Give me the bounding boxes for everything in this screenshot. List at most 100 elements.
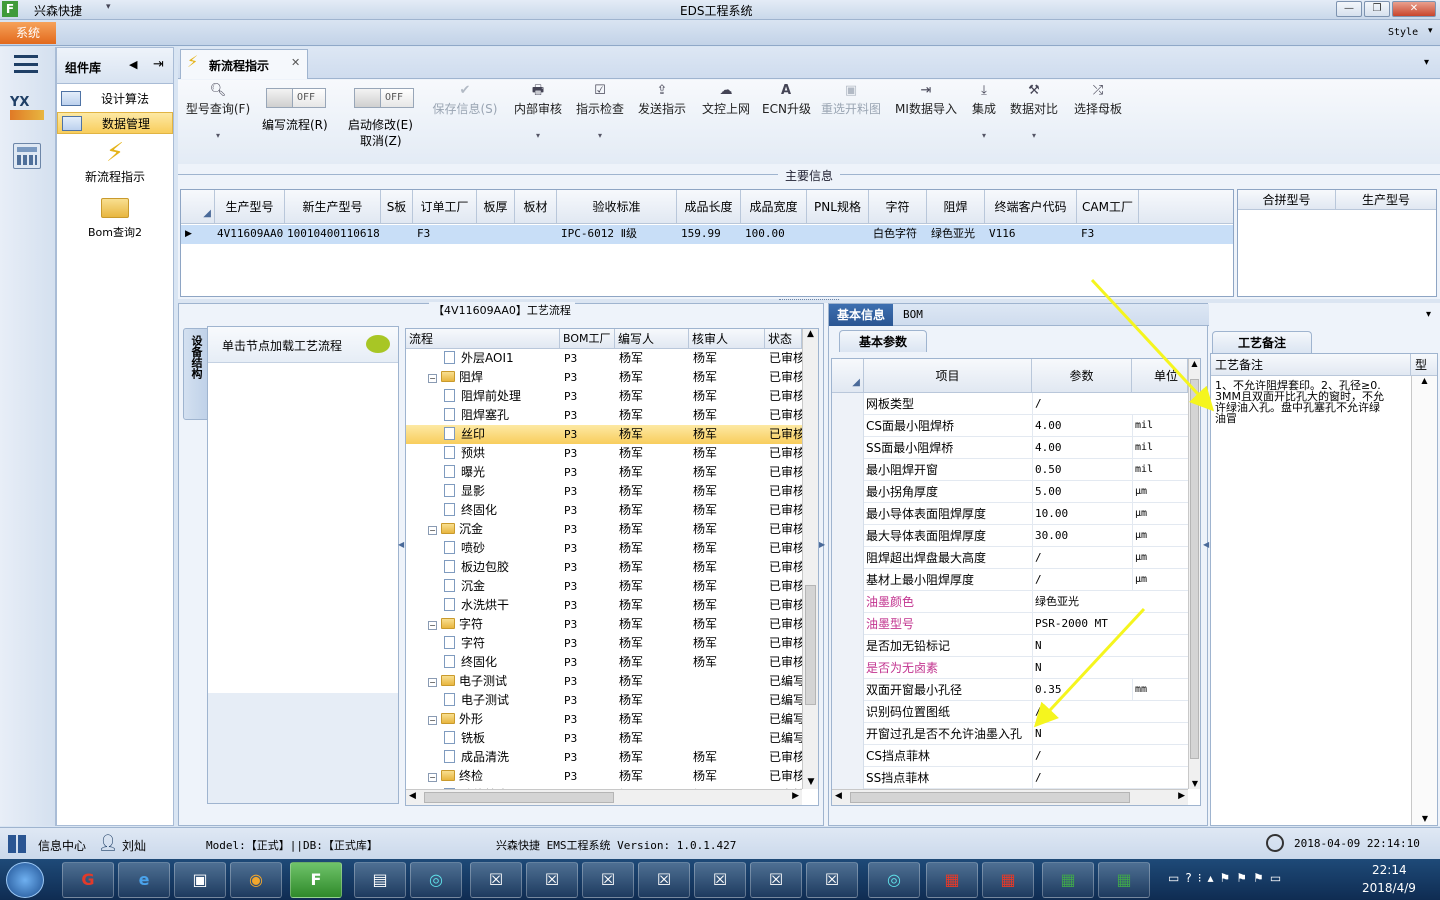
tree-row[interactable]: 外层AOI1 P3 杨军 杨军 已审核 <box>406 349 802 368</box>
select-mother-button[interactable]: ⤮ 选择母板 <box>1072 82 1124 117</box>
style-dropdown-icon[interactable]: ▾ <box>1428 26 1433 36</box>
dropdown-icon[interactable]: ▾ <box>574 131 626 141</box>
param-value[interactable]: 30.00 <box>1032 525 1132 547</box>
collapse-icon[interactable]: − <box>428 621 437 630</box>
start-modify-label[interactable]: 启动修改(E) <box>348 116 413 133</box>
save-info-button[interactable]: ✔ 保存信息(S) <box>430 82 500 117</box>
param-row[interactable]: 最小拐角厚度 5.00 μm <box>832 481 1188 503</box>
save-disk-icon[interactable]: ▣ <box>174 862 226 898</box>
maximize-button[interactable]: ❐ <box>1364 1 1390 17</box>
splitter-arrow-icon[interactable]: ◀ <box>1203 540 1209 549</box>
spreadsheet-icon-2[interactable]: ▦ <box>1098 862 1150 898</box>
browser-icon[interactable]: e <box>118 862 170 898</box>
param-row[interactable]: 最小阻焊开窗 0.50 mil <box>832 459 1188 481</box>
eds-app-icon[interactable]: F <box>290 862 342 898</box>
tree-row[interactable]: 丝印 P3 杨军 杨军 已审核 <box>406 425 802 444</box>
window-icon-1[interactable]: ☒ <box>470 862 522 898</box>
dropdown-icon[interactable]: ▾ <box>182 131 254 141</box>
model-query-button[interactable]: 🔍︎ 型号查询(F) ▾ <box>182 82 254 141</box>
tree-row[interactable]: 曝光 P3 杨军 杨军 已审核 <box>406 463 802 482</box>
window-icon-3[interactable]: ☒ <box>582 862 634 898</box>
param-value[interactable]: / <box>1032 393 1132 415</box>
dropdown-icon[interactable]: ▾ <box>512 131 564 141</box>
col-header[interactable]: CAM工厂 <box>1077 190 1139 224</box>
col-header[interactable]: 工艺备注 <box>1211 354 1411 376</box>
col-header[interactable]: 单位 <box>1132 359 1188 393</box>
param-row[interactable]: 最小导体表面阻焊厚度 10.00 μm <box>832 503 1188 525</box>
param-value[interactable]: 绿色亚光 <box>1032 591 1132 613</box>
param-row[interactable]: SS面最小阻焊桥 4.00 mil <box>832 437 1188 459</box>
param-value[interactable]: / <box>1032 767 1132 789</box>
param-row[interactable]: CS面最小阻焊桥 4.00 mil <box>832 415 1188 437</box>
col-header[interactable]: 成品宽度 <box>741 190 807 224</box>
taskbar-date[interactable]: 2018/4/9 <box>1362 881 1416 895</box>
col-header[interactable]: 字符 <box>869 190 927 224</box>
calculator-icon[interactable] <box>13 143 41 169</box>
dropdown-icon[interactable]: ▾ <box>1008 131 1060 141</box>
start-button-icon[interactable] <box>6 862 44 898</box>
tree-row[interactable]: − 字符 P3 杨军 杨军 已审核 <box>406 615 802 634</box>
tree-row[interactable]: 阻焊塞孔 P3 杨军 杨军 已审核 <box>406 406 802 425</box>
col-header[interactable]: BOM工厂 <box>560 329 615 349</box>
window-icon-4[interactable]: ☒ <box>638 862 690 898</box>
param-value[interactable]: 0.35 <box>1032 679 1132 701</box>
tab-new-process[interactable]: ⚡ 新流程指示 ✕ <box>180 49 308 79</box>
grid-icon[interactable] <box>8 835 26 853</box>
pin-icon[interactable]: ⇥ <box>153 57 164 72</box>
document-icon[interactable]: ▤ <box>354 862 406 898</box>
tab-process-notes[interactable]: 工艺备注 <box>1212 331 1312 353</box>
hamburger-menu-icon[interactable] <box>14 55 38 73</box>
collapse-icon[interactable]: − <box>428 526 437 535</box>
col-header[interactable]: 核审人 <box>689 329 765 349</box>
param-row[interactable]: 阻焊超出焊盘最大高度 / μm <box>832 547 1188 569</box>
tile-new-process[interactable]: ⚡ 新流程指示 <box>57 138 173 188</box>
col-header[interactable]: 阻焊 <box>927 190 985 224</box>
tree-row[interactable]: − 外形 P3 杨军 已编写 <box>406 710 802 729</box>
scrollbar-thumb[interactable] <box>1190 379 1199 759</box>
col-header[interactable]: 订单工厂 <box>413 190 477 224</box>
tree-row[interactable]: 水洗烘干 P3 杨军 杨军 已审核 <box>406 596 802 615</box>
taskbar-time[interactable]: 22:14 <box>1372 863 1407 877</box>
param-row[interactable]: 识别码位置图纸 / <box>832 701 1188 723</box>
col-header[interactable]: 生产型号 <box>1336 190 1436 210</box>
param-value[interactable]: PSR-2000 MT <box>1032 613 1132 635</box>
tree-row[interactable]: − 电子测试 P3 杨军 已编写 <box>406 672 802 691</box>
param-row[interactable]: 开窗过孔是否不允许油墨入孔 N <box>832 723 1188 745</box>
param-vertical-scrollbar[interactable]: ▲ ▼ <box>1188 359 1200 789</box>
tree-horizontal-scrollbar[interactable]: ◀ ▶ <box>406 789 802 805</box>
tree-row[interactable]: − 阻焊 P3 杨军 杨军 已审核 <box>406 368 802 387</box>
collapse-icon[interactable]: − <box>428 773 437 782</box>
window-icon-5[interactable]: ☒ <box>694 862 746 898</box>
tree-row[interactable]: 阻焊前处理 P3 杨军 杨军 已审核 <box>406 387 802 406</box>
col-header[interactable]: S板 <box>381 190 413 224</box>
window-icon-7[interactable]: ☒ <box>806 862 858 898</box>
system-menu-button[interactable]: 系统 <box>0 22 56 44</box>
col-header[interactable]: 板材 <box>515 190 557 224</box>
col-header[interactable]: 板厚 <box>477 190 515 224</box>
tree-row[interactable]: − 沉金 P3 杨军 杨军 已审核 <box>406 520 802 539</box>
tree-row[interactable]: 喷砂 P3 杨军 杨军 已审核 <box>406 539 802 558</box>
col-header[interactable]: 编写人 <box>615 329 689 349</box>
col-header[interactable]: 型 <box>1411 354 1437 376</box>
tree-row[interactable]: 沉金 P3 杨军 杨军 已审核 <box>406 577 802 596</box>
style-label[interactable]: Style <box>1388 27 1418 38</box>
tab-close-icon[interactable]: ✕ <box>291 56 300 69</box>
param-horizontal-scrollbar[interactable]: ◀ ▶ <box>832 789 1188 805</box>
scrollbar-thumb[interactable] <box>850 792 1130 803</box>
col-header[interactable]: 新生产型号 <box>285 190 381 224</box>
pdf-icon-2[interactable]: ▦ <box>982 862 1034 898</box>
tree-row[interactable]: − 终检 P3 杨军 杨军 已审核 <box>406 767 802 786</box>
param-value[interactable]: / <box>1032 745 1132 767</box>
param-value[interactable]: 4.00 <box>1032 415 1132 437</box>
tree-row[interactable]: 成品清洗 P3 杨军 杨军 已审核 <box>406 748 802 767</box>
collapse-icon[interactable]: − <box>428 716 437 725</box>
splitter-left-arrow-icon[interactable]: ◀ <box>398 540 404 549</box>
tree-vertical-scrollbar[interactable]: ▲ ▼ <box>802 329 818 789</box>
param-row[interactable]: 是否加无铅标记 N <box>832 635 1188 657</box>
factory-icon[interactable]: YX <box>10 95 44 127</box>
param-value[interactable]: 5.00 <box>1032 481 1132 503</box>
dropdown-icon[interactable]: ▾ <box>968 131 1000 141</box>
col-header[interactable]: 项目 <box>864 359 1032 393</box>
eye-app-icon-2[interactable]: ◎ <box>868 862 920 898</box>
instruction-check-button[interactable]: ☑ 指示检查 ▾ <box>574 82 626 141</box>
